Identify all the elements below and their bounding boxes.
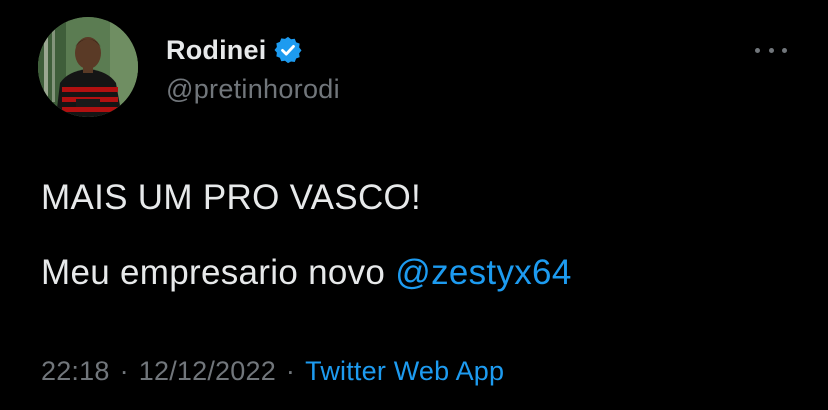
author-identity: Rodinei @pretinhorodi xyxy=(166,30,340,105)
verified-badge-icon xyxy=(273,35,303,65)
avatar[interactable] xyxy=(38,17,138,117)
tweet-text-line-2: Meu empresario novo @zestyx64 xyxy=(41,253,572,293)
more-dot xyxy=(782,47,787,53)
display-name[interactable]: Rodinei xyxy=(166,35,266,66)
tweet-text-line-1: MAIS UM PRO VASCO! xyxy=(41,178,422,217)
author-handle[interactable]: @pretinhorodi xyxy=(166,74,340,105)
tweet-text: Meu empresario novo xyxy=(41,253,396,292)
tweet-date[interactable]: 12/12/2022 xyxy=(139,356,276,386)
tweet-card: Rodinei @pretinhorodi MAIS UM PRO VASCO!… xyxy=(0,0,828,410)
more-dot xyxy=(768,47,774,53)
mention-link[interactable]: @zestyx64 xyxy=(395,253,571,292)
meta-separator: · xyxy=(119,356,129,386)
more-dot xyxy=(755,47,760,53)
tweet-meta: 22:18 · 12/12/2022 · Twitter Web App xyxy=(41,356,504,387)
profile-photo xyxy=(38,17,138,117)
tweet-time[interactable]: 22:18 xyxy=(41,356,110,386)
meta-separator: · xyxy=(285,356,296,386)
more-options-icon[interactable] xyxy=(755,40,787,60)
name-row: Rodinei xyxy=(166,30,340,70)
tweet-source[interactable]: Twitter Web App xyxy=(305,356,504,386)
